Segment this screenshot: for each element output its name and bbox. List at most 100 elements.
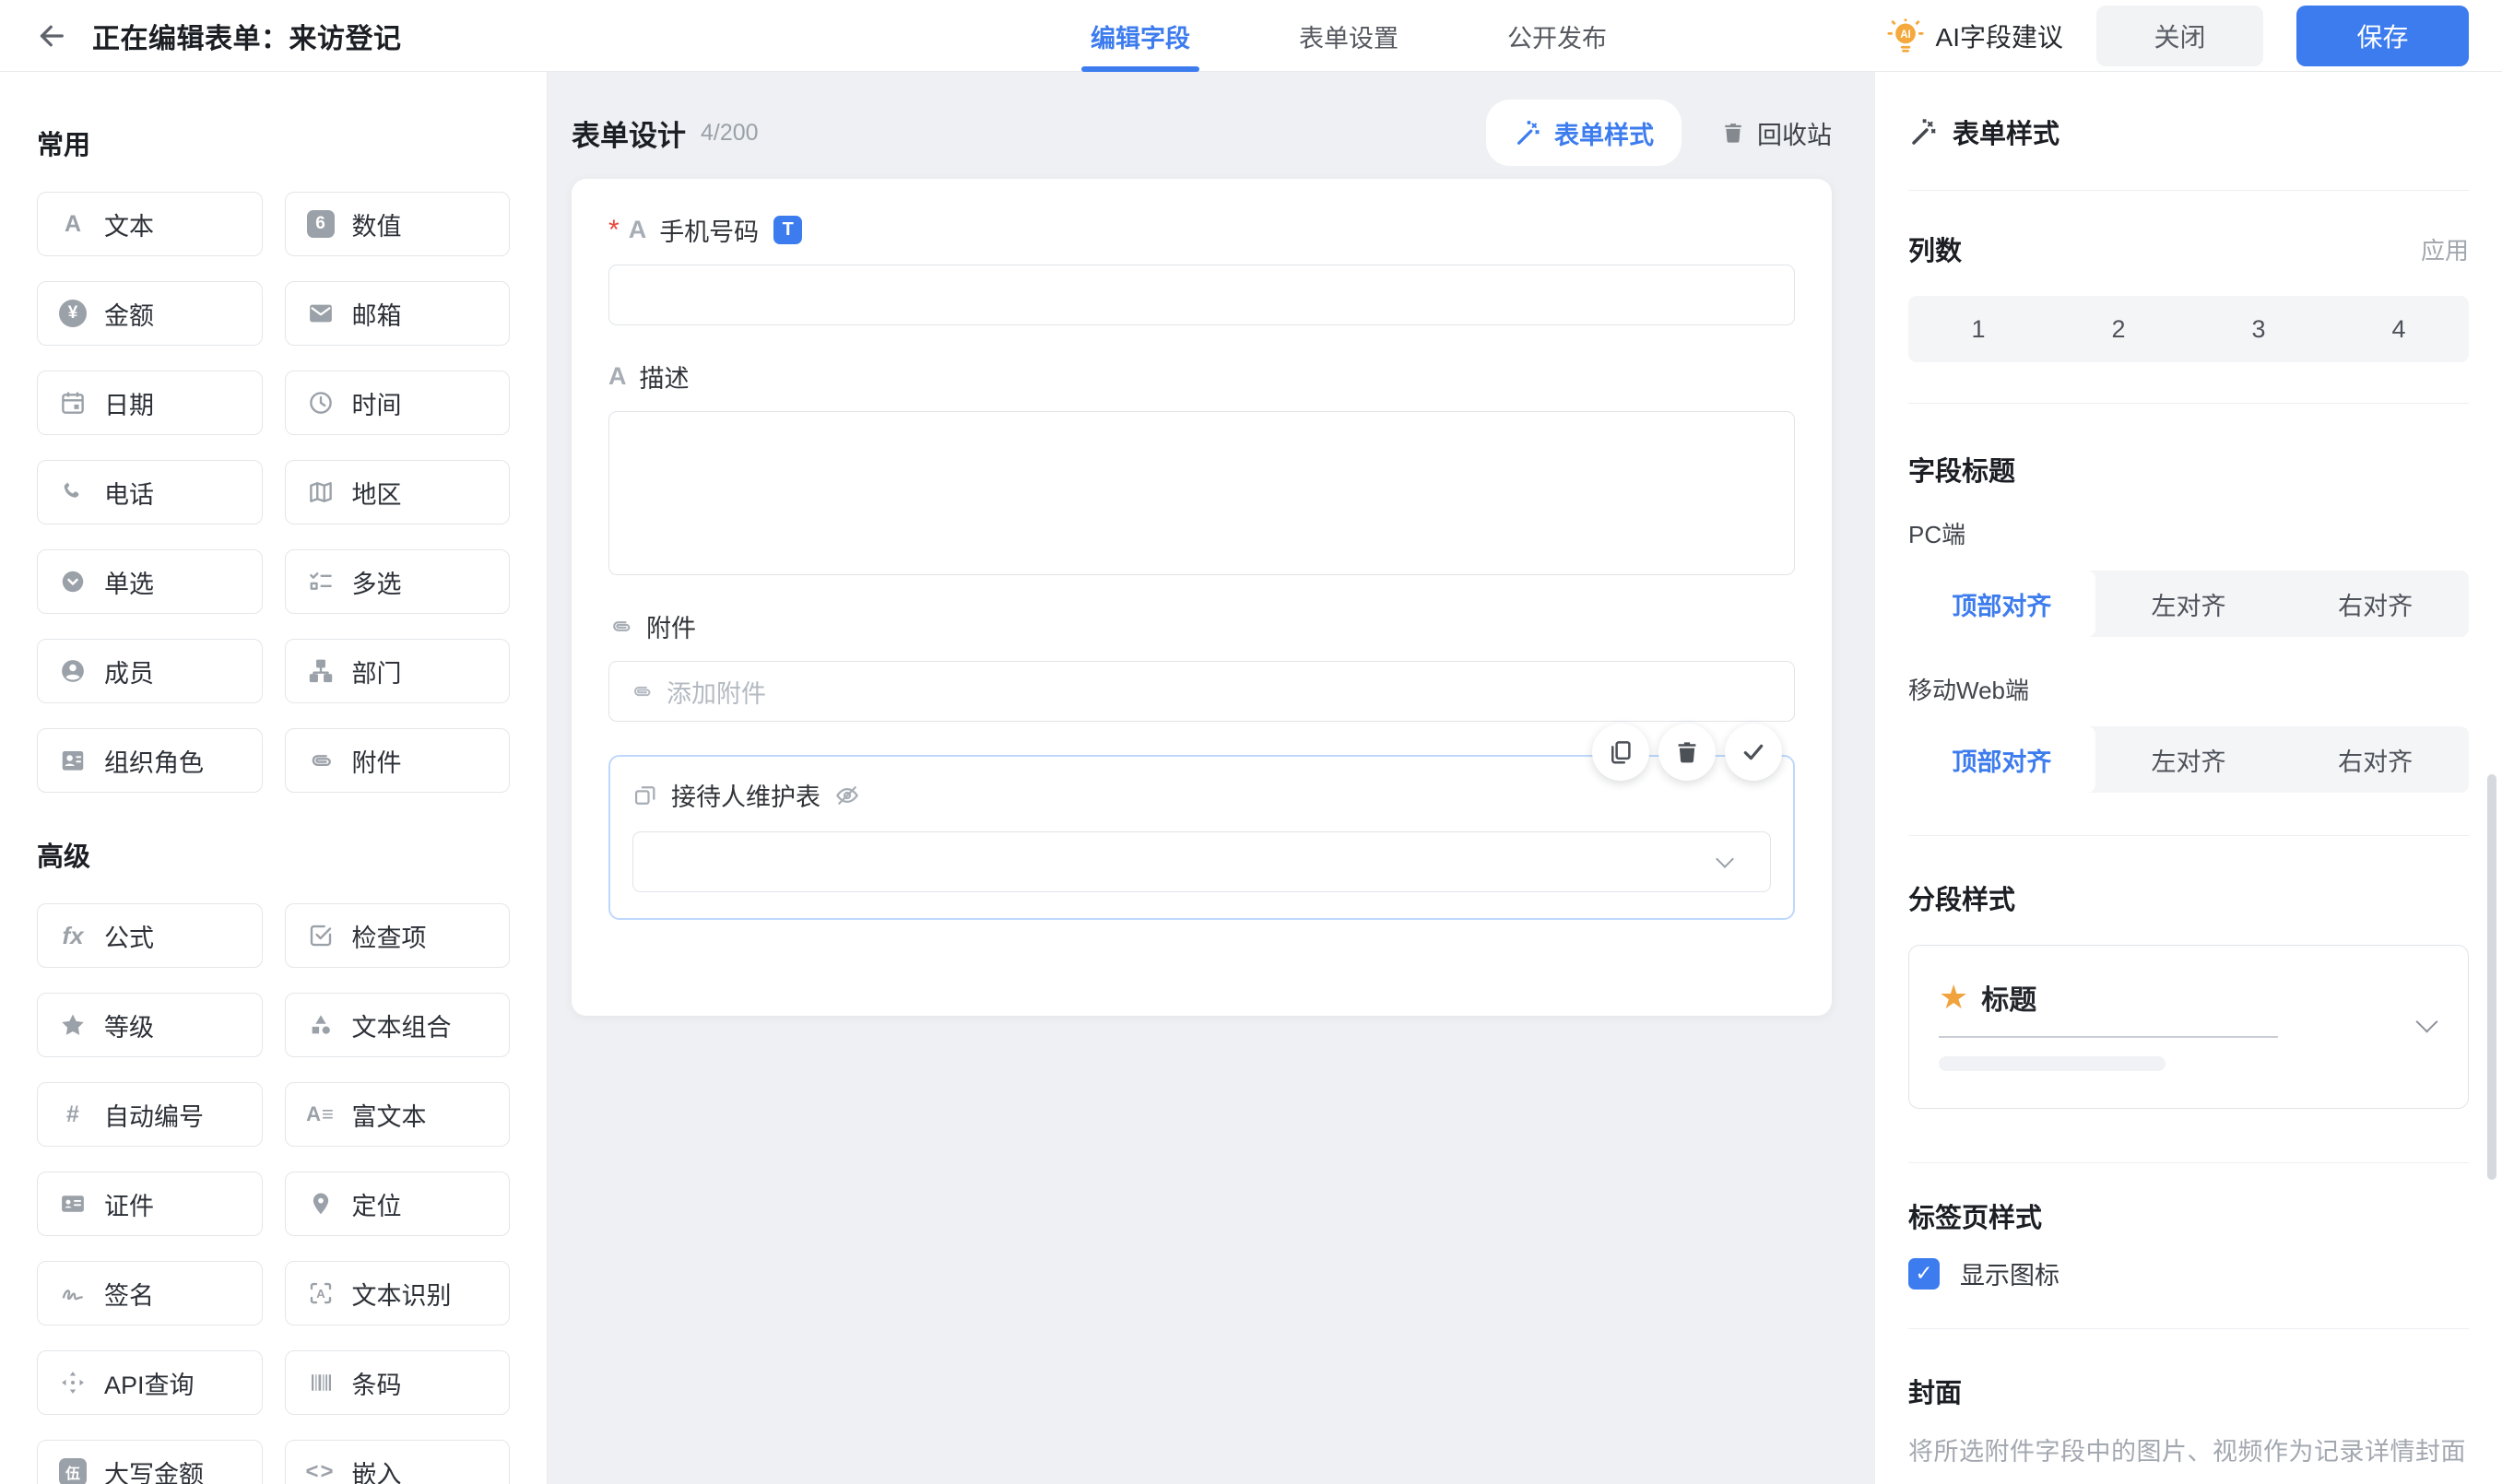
- show-icon-checkbox[interactable]: ✓: [1908, 1257, 1940, 1290]
- description-textarea[interactable]: [608, 411, 1795, 575]
- region-icon: [306, 477, 336, 507]
- related-table-icon: [634, 785, 655, 805]
- delete-field-button[interactable]: [1658, 724, 1716, 781]
- magic-wand-icon: [1912, 119, 1936, 145]
- topbar: 正在编辑表单：来访登记 编辑字段 表单设置 公开发布 AI AI字段建议 关闭 …: [0, 0, 2502, 72]
- field-type-checkitem[interactable]: 检查项: [284, 903, 510, 968]
- section-title-common: 常用: [37, 131, 91, 160]
- pc-align-top[interactable]: 顶部对齐: [1908, 571, 2095, 637]
- recycle-bin-button[interactable]: 回收站: [1720, 115, 1832, 151]
- uppercase-amount-icon: 伍: [59, 1458, 87, 1484]
- trash-icon: [1678, 742, 1696, 763]
- pc-align-left[interactable]: 左对齐: [2095, 571, 2283, 637]
- mobile-web-label: 移动Web端: [1908, 677, 2029, 704]
- field-type-multiselect[interactable]: 多选: [284, 549, 510, 614]
- add-attachment-box[interactable]: 添加附件: [608, 661, 1795, 722]
- divider: [1908, 190, 2469, 191]
- field-action-buttons: [1592, 724, 1782, 781]
- tab-form-settings[interactable]: 表单设置: [1299, 0, 1399, 72]
- field-type-text[interactable]: A 文本: [37, 192, 263, 256]
- field-type-uppercase-amount[interactable]: 伍 大写金额: [37, 1440, 263, 1484]
- field-type-sidebar: 常用 A 文本 6 数值 ¥ 金额 邮箱 日期 时间 电话 地区 单选 多选 成…: [0, 72, 548, 1484]
- mobile-align-left[interactable]: 左对齐: [2095, 726, 2283, 793]
- field-type-text-combo[interactable]: 文本组合: [284, 993, 510, 1057]
- attachment-icon: [306, 746, 336, 775]
- form-design-card: * A 手机号码 T A 描述 附件 添加附件 接待人维护表: [572, 179, 1832, 1016]
- pc-align-segmented-control: 顶部对齐 左对齐 右对齐: [1908, 571, 2469, 637]
- field-count: 4/200: [701, 119, 759, 146]
- sample-skeleton-bar: [1939, 1056, 2166, 1071]
- field-type-amount[interactable]: ¥ 金额: [37, 281, 263, 346]
- field-type-location[interactable]: 定位: [284, 1172, 510, 1236]
- amount-icon: ¥: [59, 300, 87, 327]
- mobile-align-top[interactable]: 顶部对齐: [1908, 726, 2095, 793]
- tab-style-label: 标签页样式: [1908, 1204, 2043, 1233]
- panel-scrollbar[interactable]: [2487, 774, 2496, 1180]
- divider: [1908, 1162, 2469, 1163]
- save-button[interactable]: 保存: [2296, 5, 2469, 66]
- tab-edit-fields[interactable]: 编辑字段: [1081, 0, 1199, 72]
- field-type-idcard[interactable]: 证件: [37, 1172, 263, 1236]
- common-field-grid: A 文本 6 数值 ¥ 金额 邮箱 日期 时间 电话 地区 单选 多选 成员 部…: [37, 192, 510, 793]
- form-style-button[interactable]: 表单样式: [1486, 100, 1682, 166]
- field-type-autonumber[interactable]: # 自动编号: [37, 1082, 263, 1147]
- field-type-richtext[interactable]: A≡ 富文本: [284, 1082, 510, 1147]
- tab-public-publish[interactable]: 公开发布: [1507, 0, 1607, 72]
- copy-icon: [1611, 741, 1631, 764]
- field-type-department[interactable]: 部门: [284, 639, 510, 703]
- field-type-signature[interactable]: 签名: [37, 1261, 263, 1325]
- close-button[interactable]: 关闭: [2096, 5, 2263, 66]
- barcode-icon: [306, 1368, 336, 1397]
- section-title-advanced: 高级: [37, 842, 91, 872]
- section-style-sample-title: 标题: [1981, 985, 2037, 1016]
- field-type-radio[interactable]: 单选: [37, 549, 263, 614]
- mobile-align-right[interactable]: 右对齐: [2282, 726, 2469, 793]
- field-type-attachment[interactable]: 附件: [284, 728, 510, 793]
- pc-align-right[interactable]: 右对齐: [2282, 571, 2469, 637]
- form-field-attachment[interactable]: 附件 添加附件: [608, 608, 1795, 722]
- field-type-numeric[interactable]: 6 数值: [284, 192, 510, 256]
- field-type-region[interactable]: 地区: [284, 460, 510, 524]
- canvas-header: 表单设计 4/200 表单样式 回收站: [572, 100, 1832, 166]
- columns-option-2[interactable]: 2: [2048, 296, 2189, 362]
- columns-option-4[interactable]: 4: [2329, 296, 2469, 362]
- back-button[interactable]: [33, 18, 70, 54]
- field-type-embed[interactable]: <> 嵌入: [284, 1440, 510, 1484]
- field-type-barcode[interactable]: 条码: [284, 1350, 510, 1415]
- star-icon: ★: [1939, 978, 1969, 1016]
- field-type-phone[interactable]: 电话: [37, 460, 263, 524]
- form-field-reception-table-selected[interactable]: 接待人维护表: [608, 724, 1795, 920]
- pc-label: PC端: [1908, 521, 1966, 548]
- field-type-time[interactable]: 时间: [284, 371, 510, 435]
- field-type-ocr[interactable]: A 文本识别: [284, 1261, 510, 1325]
- field-type-date[interactable]: 日期: [37, 371, 263, 435]
- field-type-api[interactable]: API查询: [37, 1350, 263, 1415]
- field-type-org-role[interactable]: 组织角色: [37, 728, 263, 793]
- field-type-formula[interactable]: fx 公式: [37, 903, 263, 968]
- form-builder-app: 正在编辑表单：来访登记 编辑字段 表单设置 公开发布 AI AI字段建议 关闭 …: [0, 0, 2502, 1484]
- columns-option-3[interactable]: 3: [2189, 296, 2329, 362]
- confirm-field-button[interactable]: [1725, 724, 1782, 781]
- duplicate-field-button[interactable]: [1592, 724, 1649, 781]
- chevron-down-icon: [1716, 850, 1734, 868]
- cover-description: 将所选附件字段中的图片、视频作为记录详情封面: [1908, 1438, 2466, 1466]
- columns-option-1[interactable]: 1: [1908, 296, 2048, 362]
- magic-wand-icon: [1517, 121, 1540, 145]
- field-type-email[interactable]: 邮箱: [284, 281, 510, 346]
- api-icon: [58, 1368, 88, 1397]
- field-type-rating[interactable]: 等级: [37, 993, 263, 1057]
- phone-input[interactable]: [608, 265, 1795, 325]
- field-label: 接待人维护表: [671, 783, 820, 811]
- form-field-phone-number[interactable]: * A 手机号码 T: [608, 212, 1795, 325]
- show-icon-label: 显示图标: [1960, 1262, 2059, 1290]
- related-table-select[interactable]: [632, 831, 1771, 892]
- panel-title: 表单样式: [1953, 120, 2060, 149]
- section-style-selector[interactable]: ★ 标题: [1908, 945, 2469, 1109]
- apply-link[interactable]: 应用: [2421, 232, 2469, 266]
- advanced-field-grid: fx 公式 检查项 等级 文本组合 # 自动编号 A≡ 富文本 证件 定位 签名…: [37, 903, 510, 1484]
- ocr-icon: A: [306, 1278, 336, 1308]
- field-type-member[interactable]: 成员: [37, 639, 263, 703]
- columns-label: 列数: [1908, 237, 1963, 266]
- ai-field-suggest-button[interactable]: AI AI字段建议: [1886, 17, 2063, 55]
- form-field-description[interactable]: A 描述: [608, 359, 1795, 575]
